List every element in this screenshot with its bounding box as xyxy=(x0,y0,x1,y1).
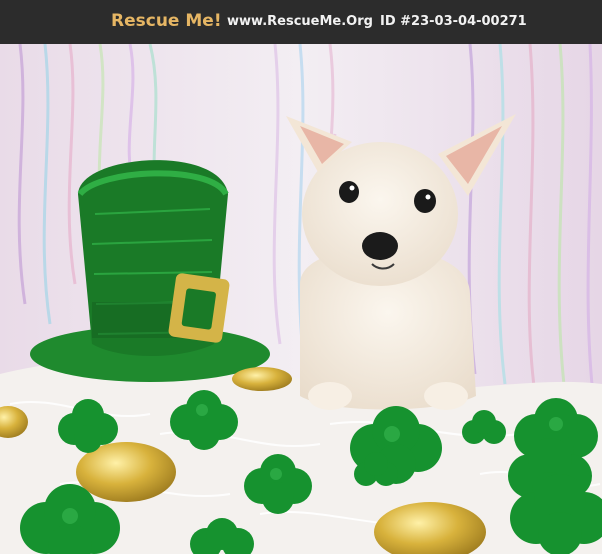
site-url-link[interactable]: www.RescueMe.Org xyxy=(227,14,373,29)
pet-id-label: ID #23-03-04-00271 xyxy=(380,14,527,29)
header-bar: Rescue Me! www.RescueMe.Org ID #23-03-04… xyxy=(0,0,602,44)
site-logo[interactable]: Rescue Me! xyxy=(111,11,222,31)
pet-photo xyxy=(0,44,602,554)
